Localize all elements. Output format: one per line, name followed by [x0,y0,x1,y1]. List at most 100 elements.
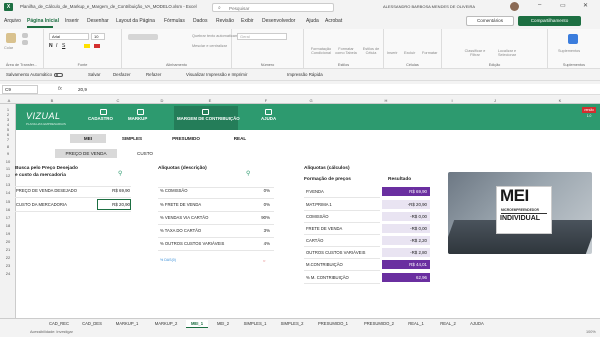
aliq-taxa-cartao-value[interactable]: 3% [250,228,270,233]
row-header[interactable]: 7 [0,137,16,142]
autosave-toggle[interactable]: Salvamento Automático [6,72,64,78]
subtab-real[interactable]: REAL [222,134,258,143]
menu-acrobat[interactable]: Acrobat [325,18,342,24]
column-header[interactable]: H [381,98,391,103]
preco-venda-value[interactable]: R$ 69,90 [98,188,130,193]
cell-styles-button[interactable]: Estilos de Célula [360,47,382,55]
sheet-tab[interactable]: SIMPLES_1 [238,320,272,328]
copy-icon[interactable] [22,40,28,45]
aliq-comissao-value[interactable]: 0% [250,188,270,193]
row-header[interactable]: 24 [0,271,16,276]
row-header[interactable]: 18 [0,223,16,228]
delete-cells-button[interactable]: Excluir [404,51,415,55]
addins-icon[interactable] [568,34,578,44]
format-table-button[interactable]: Formatar como Tabela [334,47,358,55]
paste-icon[interactable] [6,33,16,43]
menu-formulas[interactable]: Fórmulas [164,18,185,24]
ajuda-icon[interactable] [265,109,272,115]
row-header[interactable]: 17 [0,215,16,220]
name-box[interactable]: C9 [2,85,38,94]
cond-format-button[interactable]: Formatação Condicional [308,47,334,55]
insert-cells-button[interactable]: Inserir [387,51,398,55]
row-header[interactable]: 11 [0,166,16,171]
sheet-tab[interactable]: MEI_2 [212,320,234,328]
column-header[interactable]: G [306,98,316,103]
column-header[interactable]: I [447,98,457,103]
font-name-select[interactable]: Arial [49,33,89,40]
zoom-level[interactable]: 100% [586,330,596,334]
row-header[interactable]: 22 [0,255,16,260]
sheet-tab[interactable]: PRESUMIDO_2 [358,320,400,328]
row-header[interactable]: 8 [0,144,16,149]
maximize-icon[interactable]: ▭ [560,2,566,9]
nav-cadastro[interactable]: CADASTRO [88,116,113,121]
row-header[interactable]: 14 [0,190,16,195]
subtab-preco-venda[interactable]: PREÇO DE VENDA [55,149,117,158]
subtab-presumido[interactable]: PRESUMIDO [160,134,212,143]
font-color-icon[interactable] [94,44,100,48]
print-preview-button[interactable]: Visualizar Impressão e Imprimir [186,72,247,77]
nav-margem-contribuicao[interactable]: MARGEM DE CONTRIBUIÇÃO [177,116,240,121]
markup-icon[interactable] [137,109,144,115]
sheet-tab[interactable]: PRESUMIDO_1 [312,320,354,328]
redo-button[interactable]: Refazer [146,72,161,77]
sheet-tab[interactable]: REAL_2 [434,320,462,328]
save-button[interactable]: Salvar [88,72,100,77]
cadastro-icon[interactable] [100,109,107,115]
column-header[interactable]: A [4,98,14,103]
share-button[interactable]: Compartilhamento [518,16,581,26]
menu-ajuda[interactable]: Ajuda [306,18,319,24]
subtab-simples[interactable]: SIMPLES [112,134,152,143]
sheet-tab[interactable]: MEI_1 [186,320,208,328]
menu-desenhar[interactable]: Desenhar [87,18,109,24]
row-header[interactable]: 21 [0,247,16,252]
cut-icon[interactable] [22,33,28,38]
undo-button[interactable]: Desfazer [113,72,131,77]
column-header[interactable]: K [555,98,565,103]
fx-icon[interactable]: fx [58,86,62,92]
find-select-button[interactable]: Localizar e Selecionar [492,49,522,57]
menu-pagina-inicial[interactable]: Página Inicial [27,18,59,24]
row-header[interactable]: 10 [0,159,16,164]
avatar[interactable] [510,2,519,11]
menu-arquivo[interactable]: Arquivo [4,18,21,24]
addins-button[interactable]: Suplementos [558,49,580,53]
column-header[interactable]: J [490,98,500,103]
nav-ajuda[interactable]: AJUDA [261,116,276,121]
row-header[interactable]: 23 [0,263,16,268]
number-format-select[interactable]: Geral [237,33,287,40]
sheet-tab[interactable]: CAD_REC [44,320,74,328]
aliq-outros-value[interactable]: 4% [250,241,270,246]
row-header[interactable]: 20 [0,239,16,244]
accessibility-status[interactable]: Acessibilidade: Investigar [30,330,73,334]
paste-label[interactable]: Colar [4,46,13,50]
nav-markup[interactable]: MARKUP [128,116,147,121]
row-header[interactable]: 16 [0,207,16,212]
sheet-tab[interactable]: SIMPLES_2 [276,320,308,328]
aliq-frete-value[interactable]: 0% [250,202,270,207]
sheet-tab[interactable]: CAD_DES [78,320,106,328]
font-size-select[interactable]: 10 [91,33,105,40]
subtab-mei[interactable]: MEI [70,134,106,143]
das-link[interactable]: % DAS(0) [160,258,176,262]
comments-button[interactable]: Comentários [466,16,514,26]
search-box[interactable]: ⌕ Pesquisar [212,3,334,12]
column-header[interactable]: F [261,98,271,103]
fill-color-icon[interactable] [84,44,90,48]
sheet-tab[interactable]: AJUDA [466,320,488,328]
menu-exibir[interactable]: Exibir [241,18,254,24]
merge-center-button[interactable]: Mesclar e centralizar [192,44,227,48]
menu-layout[interactable]: Layout da Página [116,18,155,24]
column-header[interactable]: B [47,98,57,103]
row-header[interactable]: 15 [0,199,16,204]
aliq-vendas-cartao-value[interactable]: 90% [250,215,270,220]
menu-inserir[interactable]: Inserir [65,18,79,24]
sheet-tab[interactable]: MARKUP_1 [109,320,145,328]
column-header[interactable]: C [113,98,123,103]
menu-revisao[interactable]: Revisão [216,18,234,24]
row-header[interactable]: 13 [0,182,16,187]
row-header[interactable]: 19 [0,231,16,236]
row-header[interactable]: 12 [0,173,16,178]
align-icon[interactable] [128,34,158,40]
row-header[interactable]: 9 [0,151,16,156]
